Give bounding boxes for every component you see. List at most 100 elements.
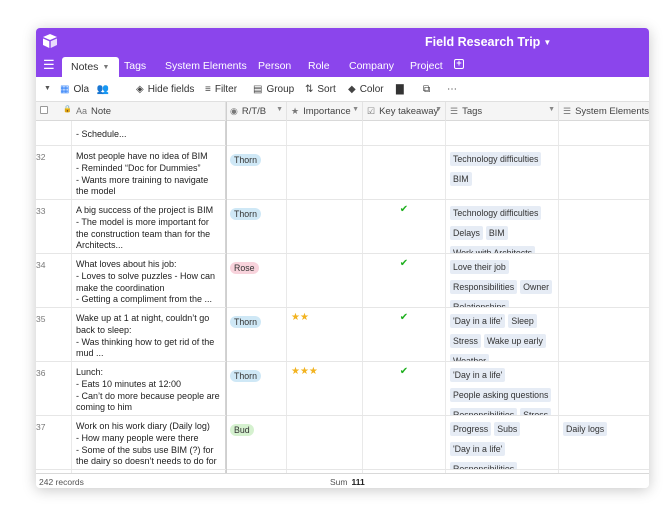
hide-fields-button[interactable]: ◈ Hide fields: [136, 84, 194, 95]
chevron-down-icon[interactable]: ▼: [102, 64, 109, 71]
group-button[interactable]: ▤ Group: [253, 84, 294, 95]
checkmark-icon: ✔: [399, 312, 409, 323]
tab-tags[interactable]: Tags: [124, 60, 146, 72]
key-takeaway-cell[interactable]: ✔: [363, 200, 446, 253]
more-options-icon[interactable]: ⋯: [447, 84, 457, 95]
table-row[interactable]: 36 Lunch: - Eats 10 minutes at 12:00 - Ca…: [36, 362, 649, 416]
tab-notes[interactable]: Notes ▼: [62, 57, 120, 77]
row-height-icon[interactable]: ▇: [396, 84, 404, 95]
column-header-rtb[interactable]: ◉ R/T/B ▼: [226, 102, 287, 121]
chevron-down-icon[interactable]: ▼: [435, 106, 442, 113]
share-view-icon[interactable]: ⧉: [423, 84, 430, 95]
rtb-pill: Thorn: [230, 316, 261, 328]
importance-cell[interactable]: [287, 121, 363, 145]
tab-project[interactable]: Project: [410, 60, 443, 72]
note-cell[interactable]: Wake up at 1 at night, couldn’t go back …: [72, 308, 226, 361]
system-elements-cell[interactable]: [559, 200, 649, 253]
table-row[interactable]: 34 What loves about his job: - Loves to s…: [36, 254, 649, 308]
system-elements-cell[interactable]: [559, 308, 649, 361]
key-takeaway-cell[interactable]: ✔: [363, 308, 446, 361]
key-takeaway-cell[interactable]: ✔: [363, 362, 446, 415]
table-row[interactable]: 35 Wake up at 1 at night, couldn’t go bac…: [36, 308, 649, 362]
note-cell[interactable]: - Schedule...: [72, 121, 226, 145]
rtb-cell[interactable]: Rose: [226, 254, 287, 307]
tags-cell[interactable]: Technology difficulties BIM: [446, 146, 559, 199]
add-table-icon[interactable]: +: [454, 59, 464, 69]
table-row[interactable]: 32 Most people have no idea of BIM - Remi…: [36, 146, 649, 200]
rtb-cell[interactable]: Bud: [226, 416, 287, 469]
note-cell[interactable]: Most people have no idea of BIM - Remind…: [72, 146, 226, 199]
column-header-importance[interactable]: ★ Importance ▼: [287, 102, 363, 121]
table-row[interactable]: - Schedule...: [36, 121, 649, 146]
tag-chip: Responsibilities: [450, 280, 518, 294]
tag-chip: Stress: [520, 408, 552, 415]
note-cell[interactable]: Lunch: - Eats 10 minutes at 12:00 - Can’…: [72, 362, 226, 415]
select-all-checkbox[interactable]: [40, 106, 48, 114]
hamburger-menu-icon[interactable]: ☰: [43, 58, 55, 72]
sidebar-toggle-icon[interactable]: ▼: [44, 85, 51, 92]
rtb-cell[interactable]: Thorn: [226, 308, 287, 361]
frozen-column-divider[interactable]: [226, 102, 227, 473]
row-number-label: 37: [36, 422, 46, 432]
tags-cell[interactable]: Technology difficulties Delays BIM Work wit…: [446, 200, 559, 253]
rtb-cell[interactable]: Thorn: [226, 362, 287, 415]
system-elements-cell[interactable]: [559, 254, 649, 307]
table-tabs: ☰ Notes ▼ Tags System Elements Person Rol…: [36, 54, 649, 77]
table-row[interactable]: 33 A big success of the project is BIM - …: [36, 200, 649, 254]
row-number: 34: [36, 254, 72, 307]
importance-cell[interactable]: [287, 254, 363, 307]
tab-company[interactable]: Company: [349, 60, 394, 72]
filter-button[interactable]: ≡ Filter: [205, 84, 237, 95]
tag-chip: Relationships: [450, 300, 509, 307]
top-bar: Field Research Trip ▼: [36, 28, 649, 54]
chevron-down-icon[interactable]: ▼: [548, 106, 555, 113]
rtb-cell[interactable]: [226, 121, 287, 145]
importance-cell[interactable]: ★★: [287, 308, 363, 361]
chevron-down-icon[interactable]: ▼: [276, 106, 283, 113]
tab-role[interactable]: Role: [308, 60, 330, 72]
tags-cell[interactable]: Progress Subs 'Day in a life' Responsibilit…: [446, 416, 559, 469]
sort-button[interactable]: ⇅ Sort: [305, 84, 336, 95]
key-takeaway-cell[interactable]: [363, 416, 446, 469]
text-field-icon: Aa: [76, 106, 88, 116]
system-elements-cell[interactable]: [559, 362, 649, 415]
view-switcher[interactable]: ▦ Ola 👥: [60, 84, 113, 95]
tags-cell[interactable]: 'Day in a life' Sleep Stress Wake up early W…: [446, 308, 559, 361]
importance-cell[interactable]: ★★★: [287, 362, 363, 415]
tag-chip: BIM: [485, 226, 508, 240]
base-title[interactable]: Field Research Trip ▼: [425, 35, 551, 49]
column-header-key-takeaway[interactable]: ☑ Key takeaway ▼: [363, 102, 446, 121]
tags-cell[interactable]: Love their job Responsibilities Owner Relat…: [446, 254, 559, 307]
checkmark-icon: ✔: [399, 366, 409, 377]
note-cell[interactable]: Work on his work diary (Daily log) - How…: [72, 416, 226, 469]
system-elements-cell[interactable]: Daily logs: [559, 416, 649, 469]
rtb-cell[interactable]: Thorn: [226, 200, 287, 253]
importance-cell[interactable]: [287, 146, 363, 199]
tab-system-elements[interactable]: System Elements: [165, 60, 247, 72]
key-takeaway-cell[interactable]: ✔: [363, 254, 446, 307]
importance-cell[interactable]: [287, 200, 363, 253]
importance-cell[interactable]: [287, 416, 363, 469]
column-header-system-elements[interactable]: ☰ System Elements: [559, 102, 649, 121]
row-number: 35: [36, 308, 72, 361]
rtb-pill: Rose: [230, 262, 259, 274]
note-cell[interactable]: A big success of the project is BIM - Th…: [72, 200, 226, 253]
tags-cell[interactable]: 'Day in a life' People asking questions Re…: [446, 362, 559, 415]
note-cell[interactable]: What loves about his job: - Loves to sol…: [72, 254, 226, 307]
key-takeaway-cell[interactable]: [363, 146, 446, 199]
system-elements-cell[interactable]: [559, 146, 649, 199]
table-row[interactable]: 37 Work on his work diary (Daily log) - H…: [36, 416, 649, 470]
rtb-cell[interactable]: Thorn: [226, 146, 287, 199]
key-takeaway-cell[interactable]: [363, 121, 446, 145]
system-elements-cell[interactable]: [559, 121, 649, 145]
airtable-logo-icon[interactable]: [42, 33, 58, 49]
tab-person[interactable]: Person: [258, 60, 291, 72]
sum-summary[interactable]: Sum 111: [330, 477, 365, 487]
checkmark-icon: ✔: [399, 258, 409, 269]
column-header-tags[interactable]: ☰ Tags ▼: [446, 102, 559, 121]
chevron-down-icon[interactable]: ▼: [352, 106, 359, 113]
column-label: Key takeaway: [379, 106, 439, 117]
color-button[interactable]: ◆ Color: [348, 84, 384, 95]
column-header-note[interactable]: Aa Note: [72, 102, 226, 121]
tags-cell[interactable]: [446, 121, 559, 145]
